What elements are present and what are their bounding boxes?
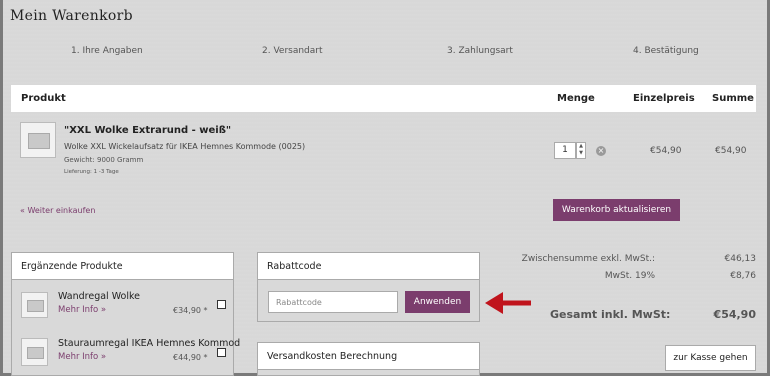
product-name[interactable]: "XXL Wolke Extrarund - weiß" <box>64 125 231 136</box>
product-description: Wolke XXL Wickelaufsatz für IKEA Hemnes … <box>64 142 306 151</box>
related-item-checkbox[interactable] <box>217 348 226 357</box>
related-products-panel: Ergänzende Produkte Wandregal Wolke Mehr… <box>11 252 240 376</box>
header-quantity: Menge <box>557 93 595 104</box>
step-4: 4. Bestätigung <box>633 46 699 56</box>
total-value: €54,90 <box>713 308 756 321</box>
related-item-checkbox[interactable] <box>217 300 226 309</box>
related-item-price: €34,90 * <box>173 306 208 315</box>
related-item-more-link[interactable]: Mehr Info » <box>58 305 106 315</box>
related-item-name[interactable]: Stauraumregal IKEA Hemnes Kommod <box>58 338 240 349</box>
tax-label: MwSt. 19% <box>604 271 655 281</box>
item-total: €54,90 <box>715 146 747 156</box>
related-thumbnail[interactable] <box>21 292 48 318</box>
step-1: 1. Ihre Angaben <box>71 46 143 56</box>
subtotal-value: €46,13 <box>724 254 757 264</box>
coupon-input[interactable]: Rabattcode <box>268 291 398 313</box>
continue-shopping-link[interactable]: « Weiter einkaufen <box>20 206 95 215</box>
tax-value: €8,76 <box>730 271 756 281</box>
checkout-button[interactable]: zur Kasse gehen <box>665 345 756 371</box>
item-unit-price: €54,90 <box>650 146 682 156</box>
coupon-panel: Rabattcode Rabattcode Anwenden <box>257 252 480 322</box>
header-product: Produkt <box>21 93 66 104</box>
related-thumbnail[interactable] <box>21 338 48 366</box>
shipping-calculation-panel: Versandkosten Berechnung <box>257 342 480 376</box>
product-delivery: Lieferung: 1 -3 Tage <box>64 169 119 175</box>
header-total: Summe <box>712 93 754 104</box>
coupon-title: Rabattcode <box>258 253 479 280</box>
subtotal-label: Zwischensumme exkl. MwSt.: <box>521 254 655 264</box>
annotation-arrow-icon <box>485 292 531 314</box>
product-weight: Gewicht: 9000 Gramm <box>64 156 144 164</box>
chevron-down-icon[interactable]: ▼ <box>577 150 585 157</box>
related-item-name[interactable]: Wandregal Wolke <box>58 291 140 302</box>
shipping-title[interactable]: Versandkosten Berechnung <box>258 343 479 370</box>
product-thumbnail[interactable] <box>20 122 56 158</box>
page-title: Mein Warenkorb <box>10 8 133 24</box>
total-label: Gesamt inkl. MwSt: <box>550 308 671 321</box>
step-2: 2. Versandart <box>262 46 323 56</box>
related-item-more-link[interactable]: Mehr Info » <box>58 352 106 362</box>
cart-table-header: Produkt Menge Einzelpreis Summe <box>11 85 756 112</box>
related-products-title: Ergänzende Produkte <box>12 253 233 280</box>
quantity-stepper[interactable]: ▲ ▼ <box>576 142 586 159</box>
quantity-input[interactable]: 1 <box>554 142 576 159</box>
header-unit-price: Einzelpreis <box>633 93 695 104</box>
chevron-up-icon[interactable]: ▲ <box>577 143 585 150</box>
update-cart-button[interactable]: Warenkorb aktualisieren <box>553 199 680 221</box>
apply-coupon-button[interactable]: Anwenden <box>405 291 470 313</box>
related-item-price: €44,90 * <box>173 353 208 362</box>
remove-item-icon[interactable]: × <box>596 146 606 156</box>
step-3: 3. Zahlungsart <box>447 46 513 56</box>
